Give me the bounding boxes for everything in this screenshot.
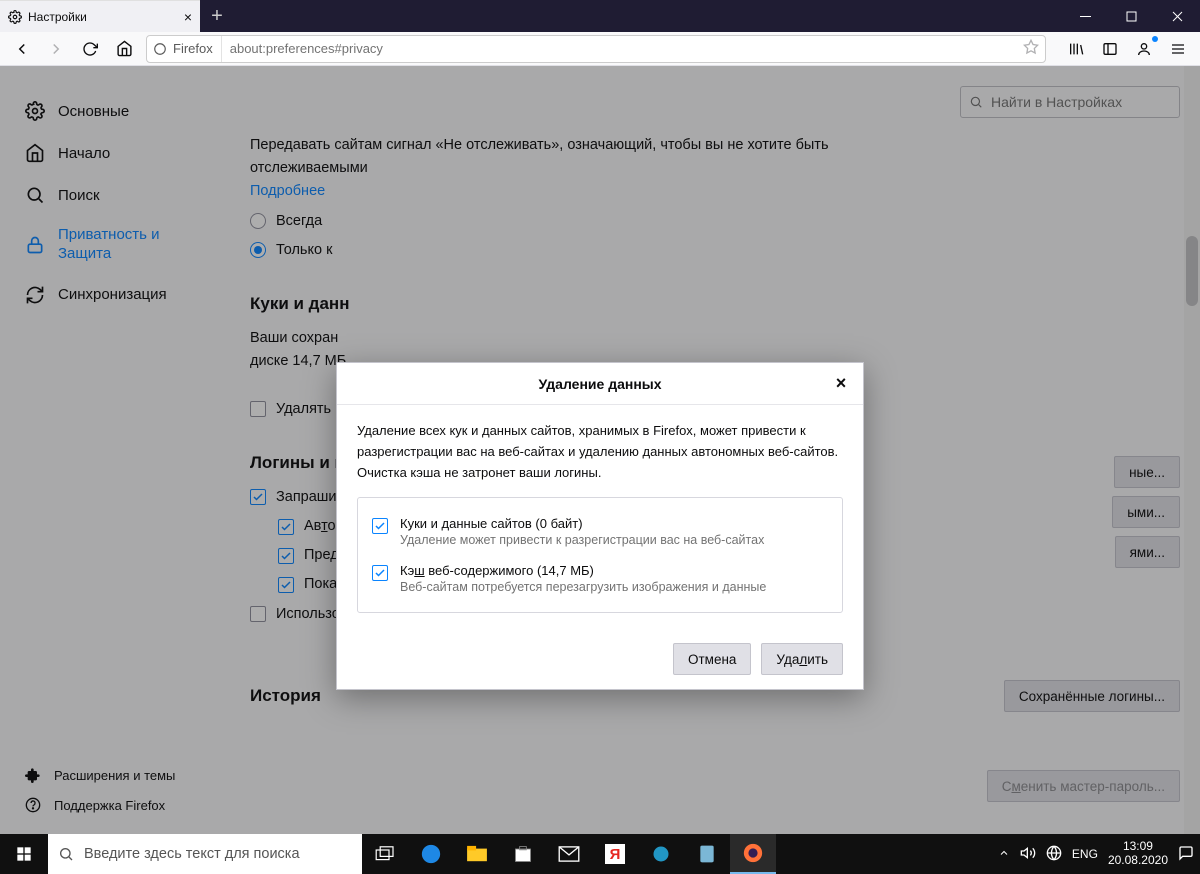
task-view-button[interactable]: [362, 834, 408, 874]
taskbar-app-explorer[interactable]: [454, 834, 500, 874]
taskbar-app-firefox[interactable]: [730, 834, 776, 874]
forward-button[interactable]: [40, 34, 72, 64]
bookmark-star-icon[interactable]: [1023, 39, 1039, 58]
start-button[interactable]: [0, 834, 48, 874]
account-button[interactable]: [1128, 34, 1160, 64]
browser-toolbar: Firefox about:preferences#privacy: [0, 32, 1200, 66]
tray-network-icon[interactable]: [1046, 845, 1062, 864]
library-button[interactable]: [1060, 34, 1092, 64]
window-minimize-button[interactable]: [1062, 0, 1108, 32]
taskbar-app-store[interactable]: [500, 834, 546, 874]
tab-close-icon[interactable]: ×: [184, 9, 192, 25]
url-text: about:preferences#privacy: [230, 41, 1015, 56]
sidebar-button[interactable]: [1094, 34, 1126, 64]
taskbar-app-yandex[interactable]: Я: [592, 834, 638, 874]
back-button[interactable]: [6, 34, 38, 64]
svg-text:Я: Я: [610, 846, 621, 863]
identity-box[interactable]: Firefox: [153, 36, 222, 62]
checkbox-icon: [372, 565, 388, 581]
dialog-options: Куки и данные сайтов (0 байт) Удаление м…: [357, 497, 843, 613]
dialog-header: Удаление данных ×: [337, 363, 863, 405]
tray-language[interactable]: ENG: [1072, 847, 1098, 861]
identity-label: Firefox: [173, 41, 213, 56]
window-close-button[interactable]: [1154, 0, 1200, 32]
tray-volume-icon[interactable]: [1020, 845, 1036, 864]
search-placeholder: Введите здесь текст для поиска: [84, 846, 300, 862]
gear-icon: [8, 10, 22, 24]
clear-data-dialog: Удаление данных × Удаление всех кук и да…: [336, 362, 864, 690]
reload-button[interactable]: [74, 34, 106, 64]
search-icon: [58, 846, 74, 862]
cache-option[interactable]: Кэш веб-содержимого (14,7 МБ) Веб-сайтам…: [372, 555, 828, 602]
windows-taskbar: Введите здесь текст для поиска Я ENG 13:…: [0, 834, 1200, 874]
preferences-page: Основные Начало Поиск Приватность и Защи…: [0, 66, 1200, 834]
option-sublabel: Веб-сайтам потребуется перезагрузить изо…: [400, 580, 766, 594]
dialog-footer: Отмена Удалить: [337, 629, 863, 689]
system-tray: ENG 13:09 20.08.2020: [998, 840, 1200, 868]
taskbar-app-generic2[interactable]: [684, 834, 730, 874]
dialog-title: Удаление данных: [538, 376, 661, 392]
url-bar[interactable]: Firefox about:preferences#privacy: [146, 35, 1046, 63]
taskbar-search-input[interactable]: Введите здесь текст для поиска: [48, 834, 362, 874]
dialog-close-button[interactable]: ×: [829, 371, 853, 395]
dialog-description: Удаление всех кук и данных сайтов, храни…: [357, 421, 843, 483]
taskbar-app-mail[interactable]: [546, 834, 592, 874]
tray-clock[interactable]: 13:09 20.08.2020: [1108, 840, 1168, 868]
taskbar-app-generic1[interactable]: [638, 834, 684, 874]
home-button[interactable]: [108, 34, 140, 64]
option-sublabel: Удаление может привести к разрегистрации…: [400, 533, 764, 547]
clear-button[interactable]: Удалить: [761, 643, 843, 675]
app-menu-button[interactable]: [1162, 34, 1194, 64]
tray-notifications-icon[interactable]: [1178, 845, 1194, 864]
browser-tab[interactable]: Настройки ×: [0, 0, 200, 32]
firefox-logo-icon: [153, 42, 167, 56]
window-titlebar: Настройки × +: [0, 0, 1200, 32]
taskbar-app-edge[interactable]: [408, 834, 454, 874]
option-label: Кэш веб-содержимого (14,7 МБ): [400, 563, 766, 578]
window-maximize-button[interactable]: [1108, 0, 1154, 32]
new-tab-button[interactable]: +: [200, 0, 234, 32]
tray-overflow-icon[interactable]: [998, 847, 1010, 862]
cookies-option[interactable]: Куки и данные сайтов (0 байт) Удаление м…: [372, 508, 828, 555]
option-label: Куки и данные сайтов (0 байт): [400, 516, 764, 531]
cancel-button[interactable]: Отмена: [673, 643, 751, 675]
checkbox-icon: [372, 518, 388, 534]
tab-title: Настройки: [28, 10, 87, 24]
